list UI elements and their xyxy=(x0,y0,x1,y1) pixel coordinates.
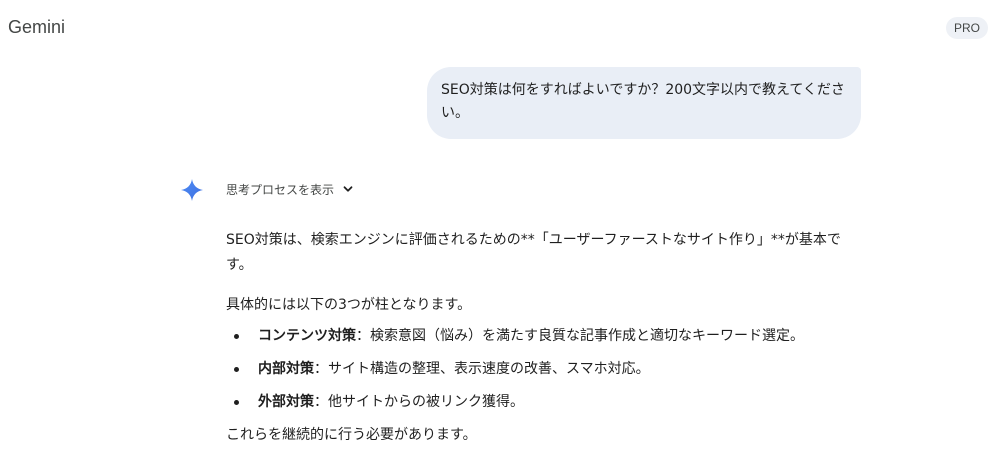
assistant-response: SEO対策は、検索エンジンに評価されるための**「ユーザーファーストなサイト作り… xyxy=(226,228,856,448)
bullet-dot xyxy=(234,334,239,339)
bullet-body: ：他サイトからの被リンク獲得。 xyxy=(314,394,524,410)
gemini-sparkle-icon xyxy=(181,179,203,201)
response-paragraph: 具体的には以下の3つが柱となります。 xyxy=(226,297,472,313)
pro-badge[interactable]: PRO xyxy=(945,17,988,39)
bullet-body: ：サイト構造の整理、表示速度の改善、スマホ対応。 xyxy=(314,361,650,377)
bullet-item: 内部対策：サイト構造の整理、表示速度の改善、スマホ対応。 xyxy=(226,357,856,382)
bullet-dot xyxy=(234,367,239,372)
user-message-text: SEO対策は何をすればよいですか？200文字以内で教えてください。 xyxy=(441,82,845,121)
app-title[interactable]: Gemini xyxy=(8,17,65,38)
show-thinking-toggle[interactable]: 思考プロセスを表示 xyxy=(226,179,354,199)
show-thinking-label: 思考プロセスを表示 xyxy=(226,182,335,197)
bullet-dot xyxy=(234,400,239,405)
gemini-chat-window: Gemini PRO SEO対策は何をすればよいですか？200文字以内で教えてく… xyxy=(0,0,992,467)
response-paragraph: SEO対策は、検索エンジンに評価されるための**「ユーザーファーストなサイト作り… xyxy=(226,232,841,273)
bullet-item: 外部対策：他サイトからの被リンク獲得。 xyxy=(226,390,856,415)
bullet-title: 外部対策 xyxy=(258,394,314,410)
bullet-body: ：検索意図（悩み）を満たす良質な記事作成と適切なキーワード選定。 xyxy=(356,328,804,344)
bullet-item: コンテンツ対策：検索意図（悩み）を満たす良質な記事作成と適切なキーワード選定。 xyxy=(226,324,856,349)
response-paragraph: これらを継続的に行う必要があります。 xyxy=(226,427,477,443)
bullet-title: コンテンツ対策 xyxy=(258,328,356,344)
response-bullet-list: コンテンツ対策：検索意図（悩み）を満たす良質な記事作成と適切なキーワード選定。 … xyxy=(226,324,856,415)
user-message-bubble: SEO対策は何をすればよいですか？200文字以内で教えてください。 xyxy=(427,67,861,139)
bullet-title: 内部対策 xyxy=(258,361,314,377)
chevron-down-icon xyxy=(343,186,353,192)
